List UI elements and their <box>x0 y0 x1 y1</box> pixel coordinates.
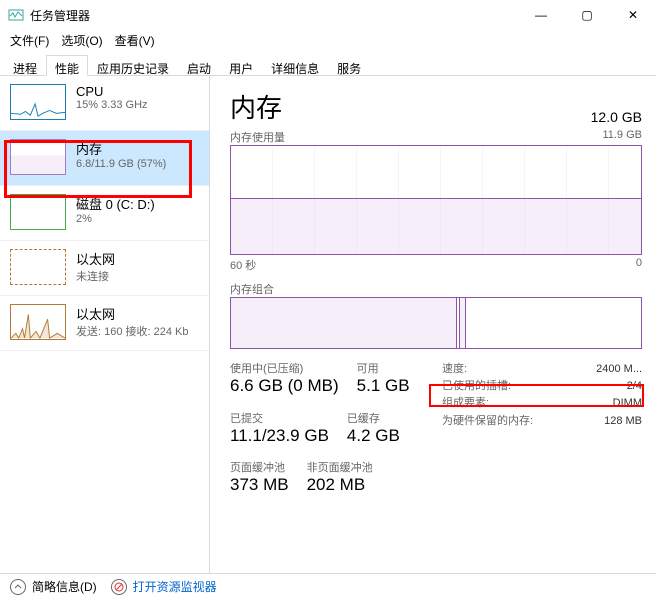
slots-value: 2/4 <box>627 380 642 393</box>
form-label: 组成要素: <box>442 397 489 410</box>
tab-performance[interactable]: 性能 <box>46 55 88 76</box>
window-title: 任务管理器 <box>30 7 90 24</box>
cached-label: 已缓存 <box>347 413 400 426</box>
eth2-sub: 发送: 160 接收: 224 Kb <box>76 323 189 339</box>
menu-view[interactable]: 查看(V) <box>111 30 159 51</box>
eth1-sub: 未连接 <box>76 268 115 284</box>
tab-services[interactable]: 服务 <box>328 55 370 76</box>
slots-label: 已使用的插槽: <box>442 380 511 393</box>
footer: 简略信息(D) 打开资源监视器 <box>0 573 656 599</box>
memory-thumb <box>10 139 66 175</box>
speed-label: 速度: <box>442 363 467 376</box>
memory-panel: 内存 12.0 GB 内存使用量 11.9 GB 60 秒 0 内存组合 <box>210 76 656 573</box>
sidebar-item-ethernet-2[interactable]: 以太网 发送: 160 接收: 224 Kb <box>0 296 209 351</box>
memory-sub: 6.8/11.9 GB (57%) <box>76 158 166 170</box>
in-use-label: 使用中(已压缩) <box>230 363 339 376</box>
menu-file[interactable]: 文件(F) <box>6 30 53 51</box>
title-bar: 任务管理器 — ▢ ✕ <box>0 0 656 30</box>
tab-app-history[interactable]: 应用历史记录 <box>88 55 178 76</box>
maximize-button[interactable]: ▢ <box>564 0 610 30</box>
axis-left: 60 秒 <box>230 257 256 273</box>
tab-bar: 进程 性能 应用历史记录 启动 用户 详细信息 服务 <box>0 50 656 76</box>
resource-monitor-link[interactable]: 打开资源监视器 <box>133 578 217 595</box>
disk-sub: 2% <box>76 213 155 225</box>
memory-composition-chart[interactable] <box>230 297 642 349</box>
comp-label: 内存组合 <box>230 281 274 297</box>
close-button[interactable]: ✕ <box>610 0 656 30</box>
tab-processes[interactable]: 进程 <box>4 55 46 76</box>
sidebar-item-cpu[interactable]: CPU 15% 3.33 GHz <box>0 76 209 131</box>
sidebar-item-memory[interactable]: 内存 6.8/11.9 GB (57%) <box>0 131 209 186</box>
paged-value: 373 MB <box>230 475 289 495</box>
paged-label: 页面缓冲池 <box>230 462 289 475</box>
cached-value: 4.2 GB <box>347 426 400 446</box>
tab-details[interactable]: 详细信息 <box>262 55 328 76</box>
available-label: 可用 <box>357 363 410 376</box>
axis-right: 0 <box>636 257 642 273</box>
nonpaged-label: 非页面缓冲池 <box>307 462 373 475</box>
memory-usage-chart[interactable] <box>230 145 642 255</box>
tab-users[interactable]: 用户 <box>220 55 262 76</box>
usage-label: 内存使用量 <box>230 129 285 145</box>
sidebar-item-disk[interactable]: 磁盘 0 (C: D:) 2% <box>0 186 209 241</box>
minimize-button[interactable]: — <box>518 0 564 30</box>
memory-name: 内存 <box>76 139 166 158</box>
simple-info-link[interactable]: 简略信息(D) <box>32 578 97 595</box>
available-value: 5.1 GB <box>357 376 410 396</box>
menu-options[interactable]: 选项(O) <box>57 30 106 51</box>
cpu-name: CPU <box>76 84 148 99</box>
sidebar-item-ethernet-1[interactable]: 以太网 未连接 <box>0 241 209 296</box>
menu-bar: 文件(F) 选项(O) 查看(V) <box>0 30 656 50</box>
committed-label: 已提交 <box>230 413 329 426</box>
reserved-value: 128 MB <box>604 415 642 428</box>
in-use-value: 6.6 GB (0 MB) <box>230 376 339 396</box>
app-icon <box>8 7 24 23</box>
panel-title: 内存 <box>230 88 282 125</box>
eth2-thumb <box>10 304 66 340</box>
form-value: DIMM <box>613 397 642 410</box>
chevron-up-icon[interactable] <box>10 579 26 595</box>
eth2-name: 以太网 <box>76 304 189 323</box>
nonpaged-value: 202 MB <box>307 475 373 495</box>
total-memory: 12.0 GB <box>591 109 642 125</box>
reserved-label: 为硬件保留的内存: <box>442 415 533 428</box>
no-icon <box>111 579 127 595</box>
usage-max: 11.9 GB <box>602 129 642 145</box>
disk-name: 磁盘 0 (C: D:) <box>76 194 155 213</box>
tab-startup[interactable]: 启动 <box>178 55 220 76</box>
cpu-thumb <box>10 84 66 120</box>
disk-thumb <box>10 194 66 230</box>
cpu-sub: 15% 3.33 GHz <box>76 99 148 111</box>
eth1-thumb <box>10 249 66 285</box>
committed-value: 11.1/23.9 GB <box>230 426 329 446</box>
speed-value: 2400 M... <box>596 363 642 376</box>
performance-sidebar: CPU 15% 3.33 GHz 内存 6.8/11.9 GB (57%) 磁盘… <box>0 76 210 573</box>
eth1-name: 以太网 <box>76 249 115 268</box>
